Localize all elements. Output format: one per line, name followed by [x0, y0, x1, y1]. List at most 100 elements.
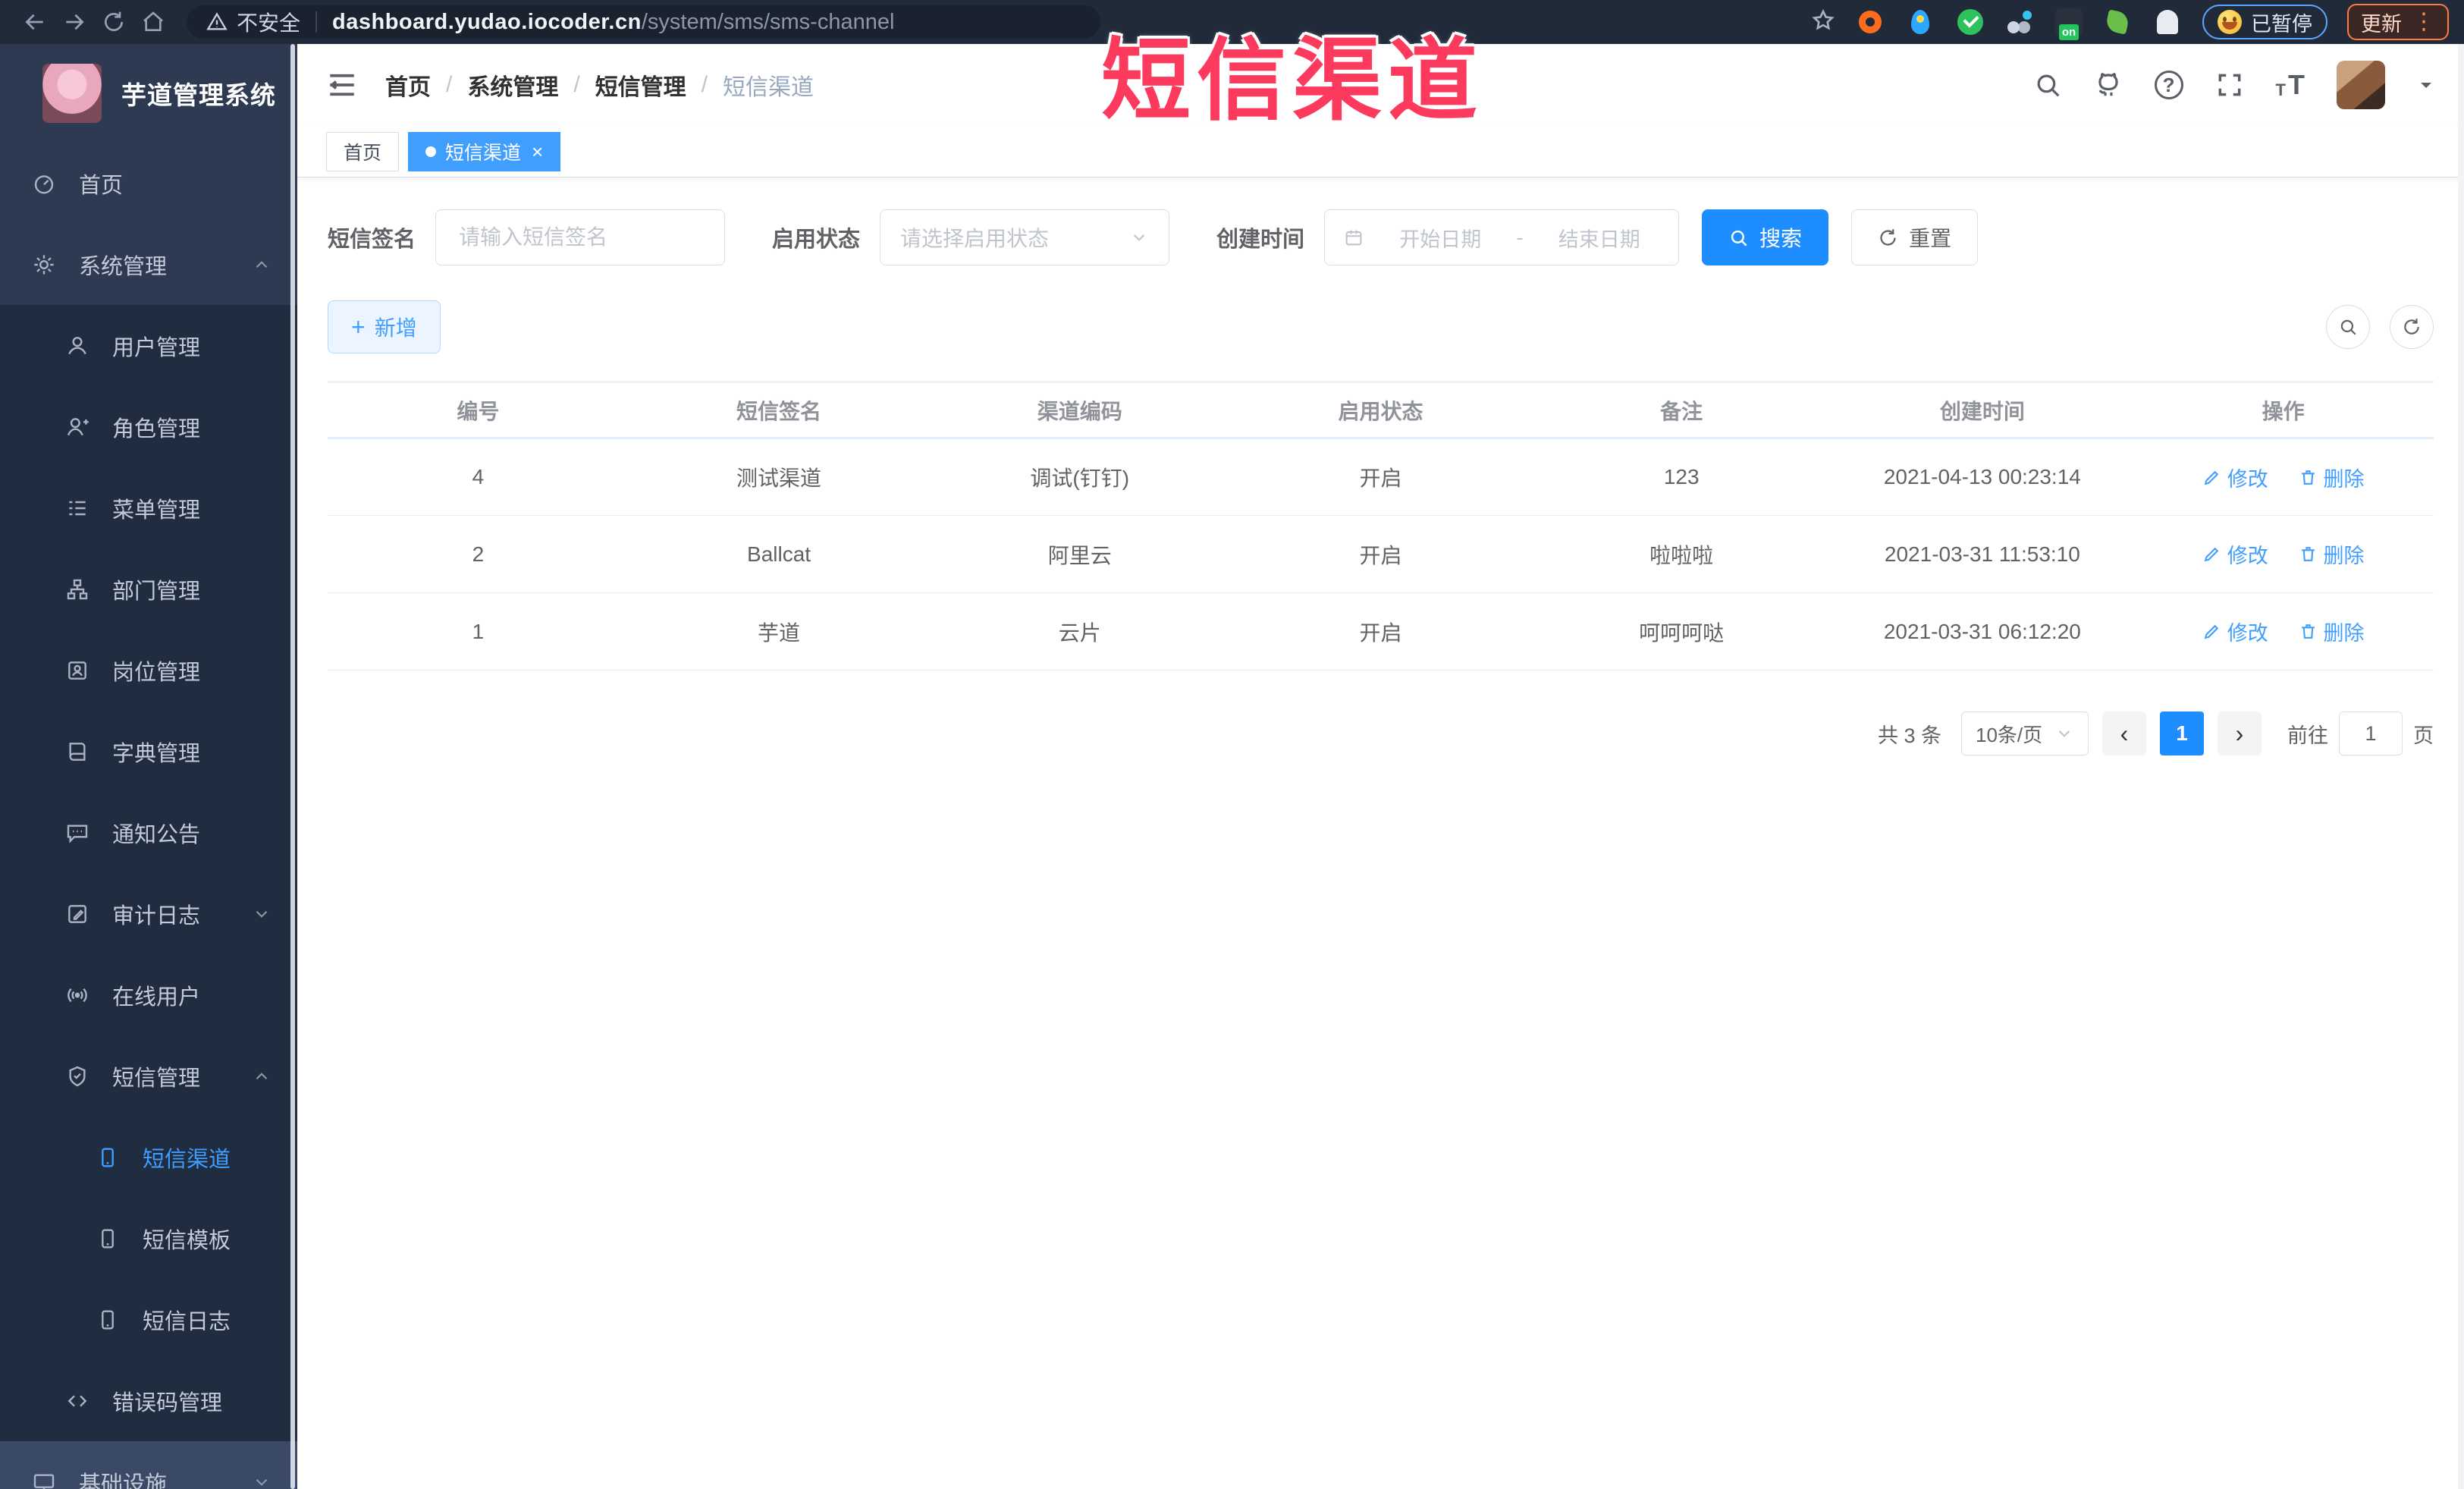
browser-update-menu-button[interactable]: 更新 ⋮	[2347, 4, 2449, 40]
breadcrumb-home[interactable]: 首页	[385, 68, 431, 102]
window-scrollbar[interactable]	[2458, 44, 2464, 1489]
table-row: 4 测试渠道 调试(钉钉) 开启 123 2021-04-13 00:23:14…	[328, 438, 2434, 516]
extension-icon-leaf[interactable]	[2102, 5, 2133, 39]
book-icon	[65, 740, 89, 764]
extension-icon-people[interactable]	[2005, 5, 2036, 39]
add-button[interactable]: + 新增	[328, 300, 441, 353]
column-header-sign: 短信签名	[628, 382, 930, 439]
extension-icon-pin[interactable]	[1905, 5, 1935, 39]
tab-sms-channel[interactable]: 短信渠道 ×	[408, 131, 561, 171]
status-filter-select[interactable]: 请选择启用状态	[880, 209, 1170, 265]
page-size-select[interactable]: 10条/页	[1961, 712, 2089, 755]
sidebar-scrollbar[interactable]	[290, 44, 295, 1489]
plus-icon: +	[351, 313, 366, 341]
delete-link-label: 删除	[2323, 622, 2365, 645]
help-icon[interactable]: ?	[2154, 71, 2183, 99]
sidebar-item-sms-log[interactable]: 短信日志	[0, 1279, 297, 1360]
font-size-icon[interactable]: T T	[2276, 71, 2305, 99]
reset-button[interactable]: 重置	[1851, 209, 1979, 265]
extension-icon-green-check[interactable]	[1955, 5, 1985, 39]
sidebar-item-dicts[interactable]: 字典管理	[0, 711, 297, 792]
bookmark-star-icon[interactable]	[1811, 8, 1835, 36]
sidebar-item-sms[interactable]: 短信管理	[0, 1035, 297, 1117]
cell-id: 1	[328, 592, 629, 671]
github-icon[interactable]	[2094, 71, 2123, 99]
sidebar-item-home[interactable]: 首页	[0, 143, 297, 224]
edit-link[interactable]: 修改	[2202, 539, 2268, 569]
breadcrumb-sms[interactable]: 短信管理	[595, 68, 686, 102]
toggle-search-button[interactable]	[2326, 305, 2370, 349]
tab-home[interactable]: 首页	[326, 131, 400, 171]
browser-forward-button[interactable]	[55, 2, 94, 42]
app-logo-row[interactable]: 芋道管理系统	[0, 44, 297, 143]
breadcrumb-system[interactable]: 系统管理	[467, 68, 558, 102]
sidebar-item-label: 字典管理	[112, 741, 201, 766]
prev-page-button[interactable]: ‹	[2102, 712, 2146, 755]
sidebar-item-notices[interactable]: 通知公告	[0, 792, 297, 873]
column-header-status: 启用状态	[1230, 382, 1531, 439]
kebab-menu-icon: ⋮	[2412, 9, 2435, 34]
page-number-active[interactable]: 1	[2160, 712, 2204, 755]
sidebar-item-error-codes[interactable]: 错误码管理	[0, 1360, 297, 1441]
browser-reload-button[interactable]	[94, 2, 133, 42]
pagination-total: 共 3 条	[1877, 724, 1941, 747]
goto-page-input[interactable]	[2339, 712, 2403, 755]
sidebar-item-sms-template[interactable]: 短信模板	[0, 1198, 297, 1279]
edit-link[interactable]: 修改	[2202, 463, 2268, 492]
tags-view-bar: 首页 短信渠道 ×	[297, 126, 2464, 177]
sidebar-item-label: 短信模板	[143, 1228, 231, 1253]
gear-icon	[32, 253, 56, 277]
user-avatar[interactable]	[2337, 61, 2385, 109]
breadcrumb-separator: /	[446, 72, 453, 97]
delete-link[interactable]: 删除	[2299, 539, 2365, 569]
extension-icon-on-badge[interactable]: on	[2055, 8, 2083, 40]
sidebar-item-menus[interactable]: 菜单管理	[0, 467, 297, 548]
font-size-small-glyph: T	[2275, 80, 2286, 99]
sign-filter-input[interactable]	[435, 209, 726, 265]
security-label: 不安全	[237, 11, 301, 35]
search-button[interactable]: 搜索	[1702, 209, 1829, 265]
table-row: 1 芋道 云片 开启 呵呵呵哒 2021-03-31 06:12:20 修改 删…	[328, 592, 2434, 671]
sidebar-item-users[interactable]: 用户管理	[0, 305, 297, 386]
close-icon[interactable]: ×	[532, 142, 543, 162]
goto-group: 前往 页	[2287, 712, 2434, 755]
browser-home-button[interactable]	[133, 2, 173, 42]
breadcrumb: 首页 / 系统管理 / 短信管理 / 短信渠道	[385, 68, 814, 102]
sidebar-item-label: 角色管理	[112, 416, 201, 441]
edit-link[interactable]: 修改	[2202, 617, 2268, 646]
sidebar-item-audit-logs[interactable]: 审计日志	[0, 873, 297, 954]
sidebar-item-system[interactable]: 系统管理	[0, 224, 297, 305]
next-page-button[interactable]: ›	[2218, 712, 2262, 755]
cell-created: 2021-03-31 11:53:10	[1832, 515, 2133, 593]
sidebar-collapse-icon[interactable]	[326, 69, 358, 101]
address-bar[interactable]: 不安全 dashboard.yudao.iocoder.cn /system/s…	[187, 5, 1100, 39]
page: 不安全 dashboard.yudao.iocoder.cn /system/s…	[0, 0, 2464, 1489]
delete-link[interactable]: 删除	[2299, 617, 2365, 646]
goto-unit-label: 页	[2413, 724, 2434, 747]
app: 芋道管理系统 首页 系统管理 用户管理 角色管理 菜单管理 部门管理 岗位管理 …	[0, 44, 2464, 1489]
url-path: /system/sms/sms-channel	[641, 9, 895, 34]
date-range-picker[interactable]: 开始日期 - 结束日期	[1324, 209, 1680, 265]
fullscreen-icon[interactable]	[2215, 71, 2244, 99]
security-warning-icon	[206, 11, 228, 33]
avatar-caret-down-icon[interactable]	[2417, 76, 2435, 94]
paused-extension-pill[interactable]: 已暂停	[2202, 5, 2327, 39]
delete-link[interactable]: 删除	[2299, 463, 2365, 492]
search-icon[interactable]	[2033, 71, 2062, 99]
sidebar-top-section: 芋道管理系统 首页 系统管理	[0, 44, 297, 305]
table-toolbar: + 新增	[328, 300, 2434, 353]
sidebar-item-infrastructure[interactable]: 基础设施	[0, 1441, 297, 1489]
sidebar-item-roles[interactable]: 角色管理	[0, 386, 297, 467]
sidebar-item-departments[interactable]: 部门管理	[0, 548, 297, 630]
sidebar-item-sms-channel[interactable]: 短信渠道	[0, 1117, 297, 1198]
browser-back-button[interactable]	[15, 2, 55, 42]
sidebar-item-online-users[interactable]: 在线用户	[0, 954, 297, 1035]
cell-code: 调试(钉钉)	[929, 438, 1231, 516]
sidebar-item-label: 首页	[79, 173, 124, 198]
edit-link-label: 修改	[2227, 622, 2268, 645]
sidebar-item-posts[interactable]: 岗位管理	[0, 630, 297, 711]
extension-icon-orange[interactable]	[1855, 5, 1885, 39]
tab-label: 短信渠道	[445, 142, 522, 164]
extension-icon-ghost[interactable]	[2152, 5, 2183, 39]
refresh-table-button[interactable]	[2390, 305, 2434, 349]
